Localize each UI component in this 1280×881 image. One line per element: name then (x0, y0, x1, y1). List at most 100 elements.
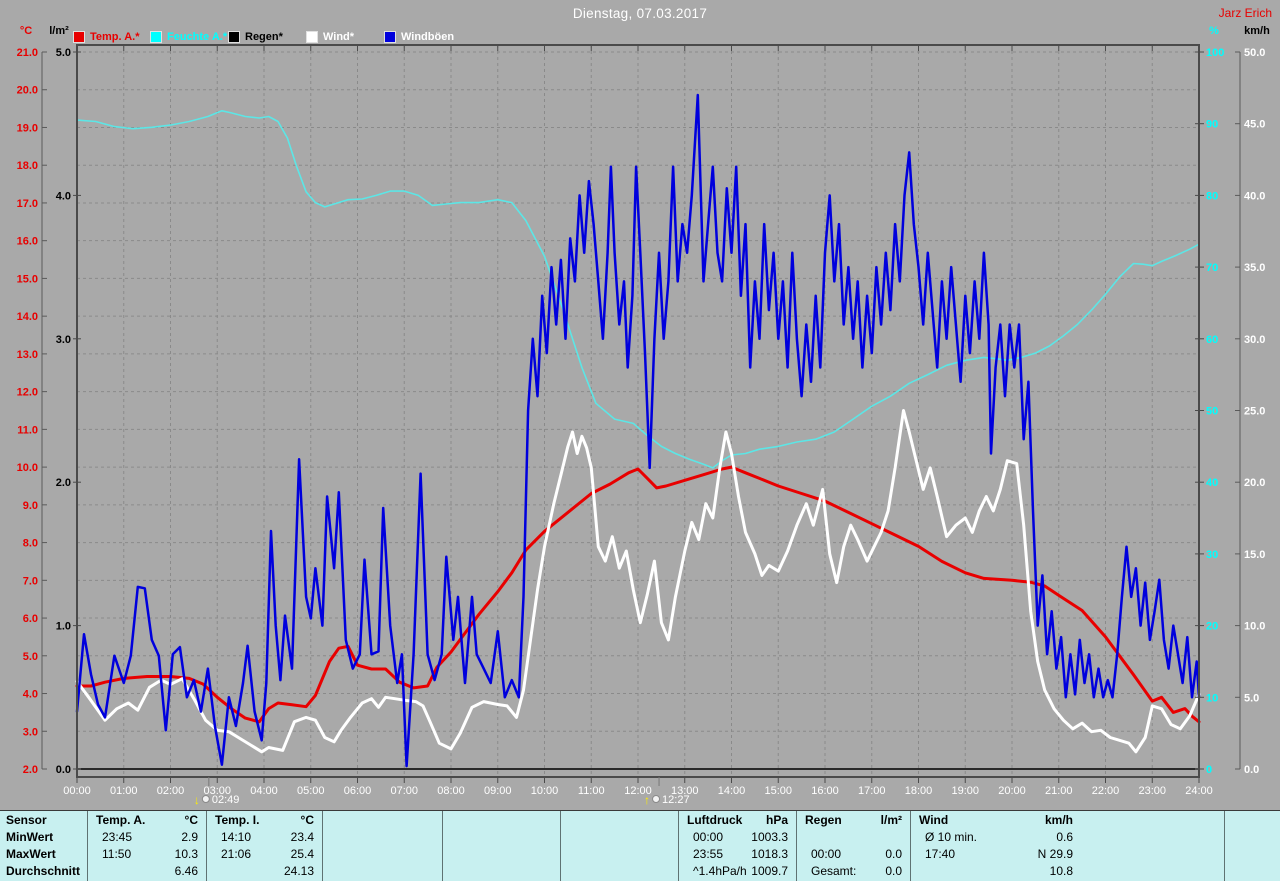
table-cell-value (670, 863, 678, 880)
table-row: 11:50 10.3 (88, 846, 206, 863)
legend-item-feuchtea: Feuchte A.* (150, 30, 227, 44)
table-col-empty (560, 811, 678, 881)
table-cell-time: Gesamt: (811, 864, 857, 878)
table-col-unit: hPa (765, 813, 788, 827)
x-tick-label: 11:00 (578, 785, 605, 797)
kmh-tick-label: 45.0 (1244, 119, 1265, 131)
table-col-name: Luftdruck (687, 813, 743, 827)
kmh-tick-label: 20.0 (1244, 477, 1265, 489)
stats-table: Sensor MinWert MaxWert Durchschnitt Temp. A.… (0, 810, 1280, 881)
x-tick-label: 23:00 (1138, 785, 1166, 797)
x-tick-label: 08:00 (437, 785, 465, 797)
table-row: 00:00 0.0 (797, 846, 910, 863)
table-col-unit (552, 812, 560, 829)
table-col-name: Wind (919, 813, 949, 827)
table-row: Ø 10 min. 0.6 (911, 829, 1081, 846)
temp-tick-label: 5.0 (23, 651, 38, 663)
table-cell-time (443, 846, 457, 863)
legend-label: Regen* (245, 31, 283, 43)
table-cell-time (323, 863, 337, 880)
table-cell-value: 24.13 (283, 864, 314, 878)
table-row-label: Sensor (6, 813, 47, 827)
legend-label: Windböen (401, 31, 455, 43)
x-tick-label: 24:00 (1185, 785, 1213, 797)
table-col-unit: °C (300, 813, 314, 827)
table-cell-value (552, 863, 560, 880)
table-row (561, 829, 678, 846)
temp-tick-label: 2.0 (23, 764, 38, 776)
temp-tick-label: 11.0 (17, 424, 38, 436)
percent-tick-label: 0 (1206, 764, 1212, 776)
table-cell-value (670, 846, 678, 863)
moon-icon (201, 795, 210, 803)
percent-tick-label: 10 (1206, 692, 1218, 704)
arrow-down-icon: ↓ (194, 793, 200, 807)
table-cell-value: 0.0 (885, 864, 902, 878)
table-col-empty (322, 811, 442, 881)
weather-chart: 00:00 01:00 02:00 03:00 04:00 05:00 06:00 07:00… (17, 25, 1271, 807)
x-tick-label: 15:00 (764, 785, 792, 797)
percent-tick-label: 40 (1206, 477, 1218, 489)
x-tick-label: 21:00 (1045, 785, 1073, 797)
table-row: ^1.4hPa/h 1009.7 (679, 863, 796, 880)
table-cell-value (902, 829, 910, 846)
legend-item-regen: Regen* (228, 30, 283, 44)
percent-tick-label: 20 (1206, 621, 1218, 633)
temp-tick-label: 19.0 (17, 122, 38, 134)
x-tick-label: 20:00 (998, 785, 1026, 797)
table-cell-value: N 29.9 (1037, 847, 1073, 861)
table-row: 6.46 (88, 863, 206, 880)
percent-tick-label: 70 (1206, 262, 1218, 274)
table-cell-value (434, 846, 442, 863)
x-tick-label: 10:00 (531, 785, 559, 797)
temp-tick-label: 7.0 (23, 575, 38, 587)
arrow-up-icon: ↑ (644, 793, 650, 807)
moonrise-time-label: 12:27 (662, 794, 690, 806)
legend-swatch-icon (150, 31, 162, 43)
x-tick-label: 16:00 (811, 785, 839, 797)
table-cell-time: 00:00 (811, 847, 842, 861)
x-tick-label: 01:00 (110, 785, 138, 797)
table-row-label: Durchschnitt (6, 864, 81, 878)
table-col-unit: l/m² (880, 813, 902, 827)
legend-swatch-icon (73, 31, 85, 43)
table-col-luftdruck: Luftdruck hPa 00:00 1003.3 23:55 1018.3 ^1.4hP… (678, 811, 796, 881)
table-cell-time: 14:10 (221, 830, 252, 844)
table-col-regen: Regen l/m² 00:00 0.0 Gesamt: 0.0 (796, 811, 910, 881)
table-cell-time: 17:40 (925, 847, 956, 861)
kmh-tick-label: 40.0 (1244, 190, 1265, 202)
table-col-empty-trailing (1224, 811, 1280, 881)
percent-tick-label: 30 (1206, 549, 1218, 561)
legend-label: Feuchte A.* (167, 31, 228, 43)
table-cell-time: 11:50 (102, 847, 132, 861)
table-col-temp--i-: Temp. I. °C 14:10 23.4 21:06 25.4 24.13 (206, 811, 322, 881)
table-cell-time: 23:55 (693, 847, 724, 861)
table-row: Gesamt: 0.0 (797, 863, 910, 880)
table-cell-value: 0.0 (885, 847, 902, 861)
table-row: 00:00 1003.3 (679, 829, 796, 846)
table-row: 23:45 2.9 (88, 829, 206, 846)
lm2-tick-label: 1.0 (56, 621, 71, 633)
x-tick-label: 09:00 (484, 785, 512, 797)
lm2-tick-label: 0.0 (56, 764, 71, 776)
table-cell-time: ^1.4hPa/h (693, 864, 747, 878)
table-row (561, 863, 678, 880)
x-tick-label: 17:00 (858, 785, 886, 797)
table-row: 14:10 23.4 (207, 829, 322, 846)
table-col-empty (442, 811, 560, 881)
table-cell-value (670, 829, 678, 846)
table-cell-value (552, 829, 560, 846)
x-tick-label: 04:00 (250, 785, 278, 797)
temp-tick-label: 15.0 (17, 273, 38, 285)
kmh-tick-label: 30.0 (1244, 334, 1265, 346)
table-col-header (561, 812, 678, 829)
table-row (323, 863, 442, 880)
table-cell-value: 1003.3 (751, 830, 788, 844)
x-tick-label: 07:00 (390, 785, 418, 797)
temp-tick-label: 21.0 (17, 47, 38, 59)
table-cell-time (323, 829, 337, 846)
percent-tick-label: 90 (1206, 119, 1218, 131)
table-cell-value: 0.6 (1056, 830, 1073, 844)
table-col-unit: km/h (1044, 813, 1073, 827)
table-cell-value: 6.46 (174, 864, 198, 878)
